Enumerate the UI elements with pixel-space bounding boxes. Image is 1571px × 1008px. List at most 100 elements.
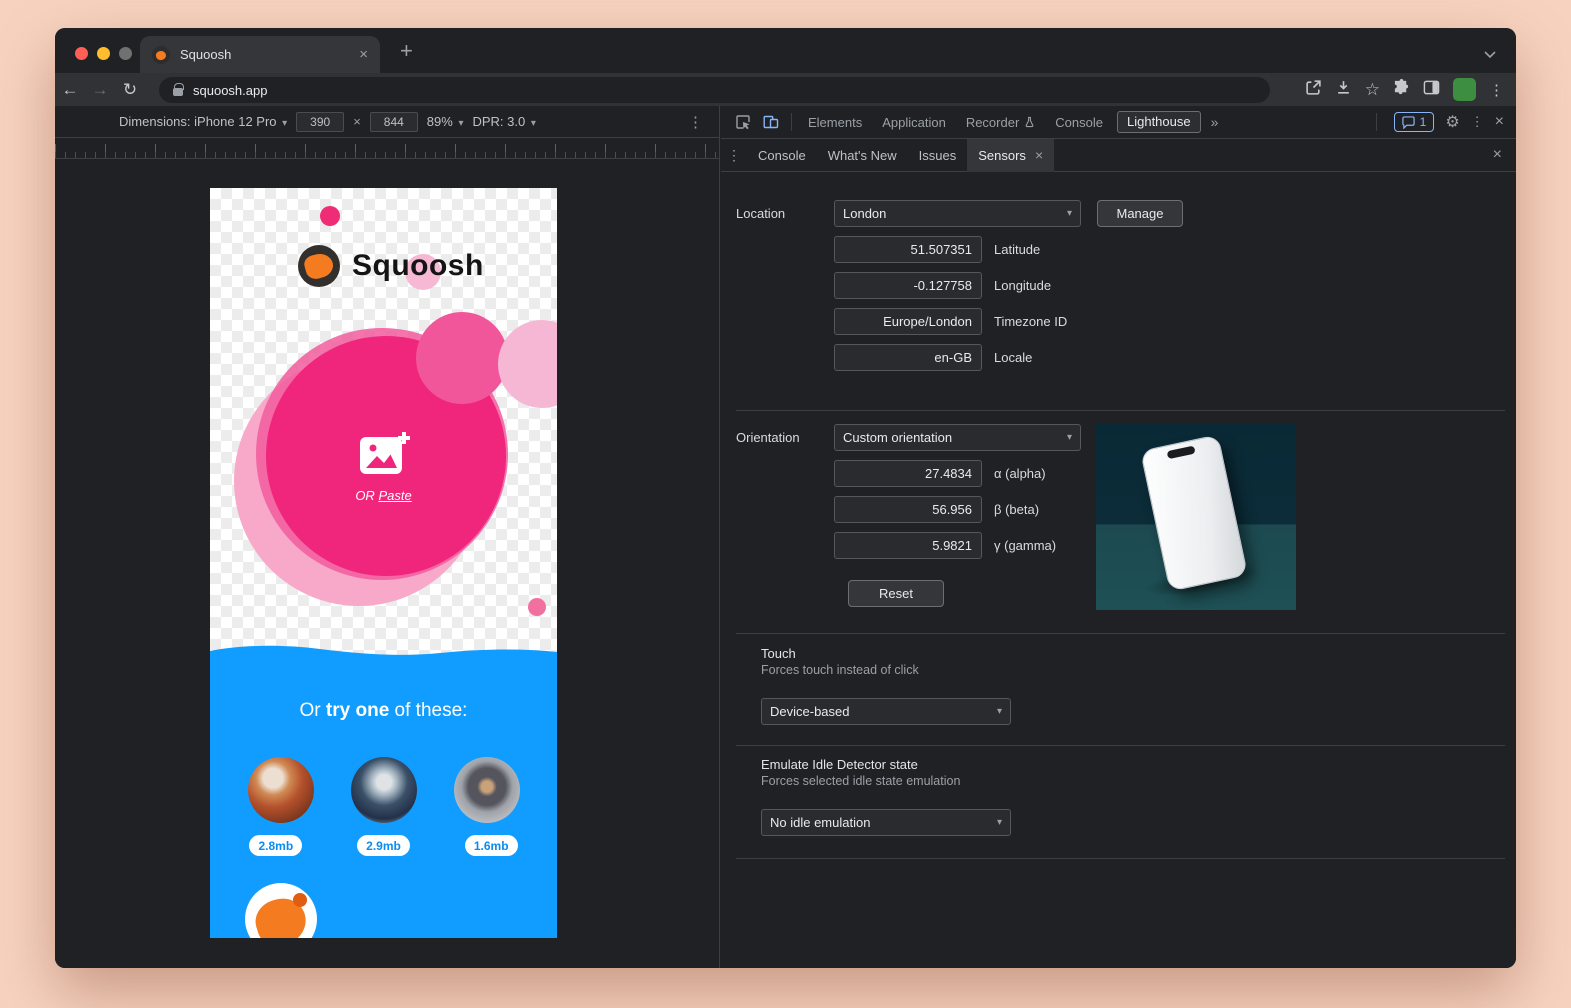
touch-title: Touch	[761, 646, 796, 661]
browser-tab-squoosh[interactable]: Squoosh ×	[140, 36, 380, 73]
caret-down-icon: ▾	[997, 706, 1002, 717]
url-text: squoosh.app	[193, 83, 267, 98]
bookmark-star-icon[interactable]: ☆	[1365, 80, 1380, 100]
more-tabs-icon[interactable]: »	[1205, 114, 1225, 130]
tab-close-icon[interactable]: ×	[359, 46, 368, 63]
divider	[736, 745, 1505, 746]
latitude-label: Latitude	[994, 236, 1040, 263]
longitude-label: Longitude	[994, 272, 1051, 299]
address-bar[interactable]: squoosh.app	[159, 77, 1270, 103]
idle-title: Emulate Idle Detector state	[761, 757, 918, 772]
tab-console[interactable]: Console	[1045, 106, 1113, 139]
divider	[791, 113, 792, 131]
manage-button[interactable]: Manage	[1097, 200, 1183, 227]
or-paste-text: OR Paste	[210, 488, 557, 503]
device-emulation-pane: Dimensions: iPhone 12 Pro ▾ × 89% ▾ DPR:…	[55, 106, 720, 968]
touch-description: Forces touch instead of click	[761, 663, 919, 677]
drawer-tab-console[interactable]: Console	[747, 139, 817, 172]
drawer-menu-icon[interactable]: ⋮	[721, 147, 747, 164]
idle-select[interactable]: No idle emulation ▾	[761, 809, 1011, 836]
alpha-input[interactable]	[834, 460, 982, 487]
dimensions-times-separator: ×	[353, 114, 361, 129]
back-button[interactable]: ←	[55, 80, 85, 100]
or-label: OR	[355, 488, 378, 503]
squoosh-favicon-icon	[152, 46, 170, 64]
caret-down-icon: ▾	[458, 118, 463, 129]
device-toolbar-toggle-icon[interactable]	[757, 106, 785, 139]
tab-application[interactable]: Application	[872, 106, 956, 139]
add-image-button[interactable]	[360, 430, 410, 476]
close-sensors-tab-icon[interactable]: ×	[1035, 139, 1043, 172]
new-tab-button[interactable]: +	[400, 38, 413, 64]
inspect-element-icon[interactable]	[729, 106, 757, 139]
reload-button[interactable]: ↻	[115, 80, 145, 100]
side-panel-icon[interactable]	[1423, 79, 1440, 101]
zoom-value: 89%	[427, 114, 453, 129]
timezone-input[interactable]	[834, 308, 982, 335]
latitude-input[interactable]	[834, 236, 982, 263]
device-toolbar: Dimensions: iPhone 12 Pro ▾ × 89% ▾ DPR:…	[55, 106, 719, 138]
locale-input[interactable]	[834, 344, 982, 371]
viewport-height-input[interactable]	[370, 112, 418, 132]
caret-down-icon: ▾	[1067, 432, 1072, 443]
lock-icon	[173, 88, 183, 96]
browser-menu-icon[interactable]: ⋮	[1489, 81, 1504, 99]
drawer-tab-sensors[interactable]: Sensors ×	[967, 139, 1054, 172]
tab-recorder[interactable]: Recorder	[956, 106, 1045, 139]
drawer-close-icon[interactable]: ×	[1493, 146, 1502, 164]
longitude-input[interactable]	[834, 272, 982, 299]
squoosh-logo-icon	[298, 245, 340, 287]
extensions-puzzle-icon[interactable]	[1393, 79, 1410, 101]
browser-window: Squoosh × + ← → ↻ squoosh.app ☆	[55, 28, 1516, 968]
drawer-tab-issues[interactable]: Issues	[908, 139, 968, 172]
zoom-window-button[interactable]	[119, 47, 132, 60]
tab-list-chevron-icon[interactable]	[1484, 46, 1496, 64]
divider	[1376, 113, 1377, 131]
open-in-new-icon[interactable]	[1305, 79, 1322, 101]
zoom-dropdown[interactable]: 89% ▾	[427, 114, 464, 129]
drawer-tab-whats-new[interactable]: What's New	[817, 139, 908, 172]
demo-size-badges: 2.8mb 2.9mb 1.6mb	[210, 835, 557, 856]
size-badge: 1.6mb	[465, 835, 518, 856]
device-toolbar-menu-icon[interactable]: ⋮	[688, 113, 703, 131]
device-dimensions-dropdown[interactable]: Dimensions: iPhone 12 Pro ▾	[119, 114, 287, 129]
paste-link[interactable]: Paste	[378, 488, 411, 503]
beta-label: β (beta)	[994, 496, 1039, 523]
devtools-menu-icon[interactable]: ⋮	[1471, 114, 1484, 130]
minimize-window-button[interactable]	[97, 47, 110, 60]
dpr-dropdown[interactable]: DPR: 3.0 ▾	[472, 114, 535, 129]
window-content: Dimensions: iPhone 12 Pro ▾ × 89% ▾ DPR:…	[55, 106, 1516, 968]
pink-dot	[528, 598, 546, 616]
gamma-input[interactable]	[834, 532, 982, 559]
touch-select[interactable]: Device-based ▾	[761, 698, 1011, 725]
orientation-phone-preview[interactable]	[1096, 423, 1296, 610]
location-select[interactable]: London ▾	[834, 200, 1081, 227]
caret-down-icon: ▾	[282, 118, 287, 129]
install-download-icon[interactable]	[1335, 79, 1352, 101]
settings-gear-icon[interactable]: ⚙	[1445, 112, 1459, 132]
demo-image-workspace[interactable]	[351, 757, 417, 823]
caret-down-icon: ▾	[997, 817, 1002, 828]
caret-down-icon: ▾	[531, 118, 536, 129]
tab-elements[interactable]: Elements	[798, 106, 872, 139]
reset-button[interactable]: Reset	[848, 580, 944, 607]
devtools-close-icon[interactable]: ×	[1495, 113, 1504, 131]
tab-lighthouse[interactable]: Lighthouse	[1117, 111, 1201, 133]
devtools-right-controls: 1 ⚙ ⋮ ×	[1370, 112, 1516, 132]
drawer-tab-bar: ⋮ Console What's New Issues Sensors × ×	[721, 139, 1516, 172]
phone-model	[1140, 434, 1248, 591]
blue-wave	[210, 643, 557, 659]
beta-input[interactable]	[834, 496, 982, 523]
viewport-width-input[interactable]	[296, 112, 344, 132]
devtools-pane: Elements Application Recorder Console Li…	[721, 106, 1516, 968]
pink-blob	[416, 312, 508, 404]
forward-button[interactable]: →	[85, 80, 115, 100]
profile-avatar[interactable]	[1453, 78, 1476, 101]
issues-counter-button[interactable]: 1	[1394, 112, 1435, 132]
try-bold: try one	[326, 700, 389, 721]
orientation-select[interactable]: Custom orientation ▾	[834, 424, 1081, 451]
demo-image-panda[interactable]	[248, 757, 314, 823]
demo-image-phone[interactable]	[454, 757, 520, 823]
alpha-label: α (alpha)	[994, 460, 1046, 487]
close-window-button[interactable]	[75, 47, 88, 60]
